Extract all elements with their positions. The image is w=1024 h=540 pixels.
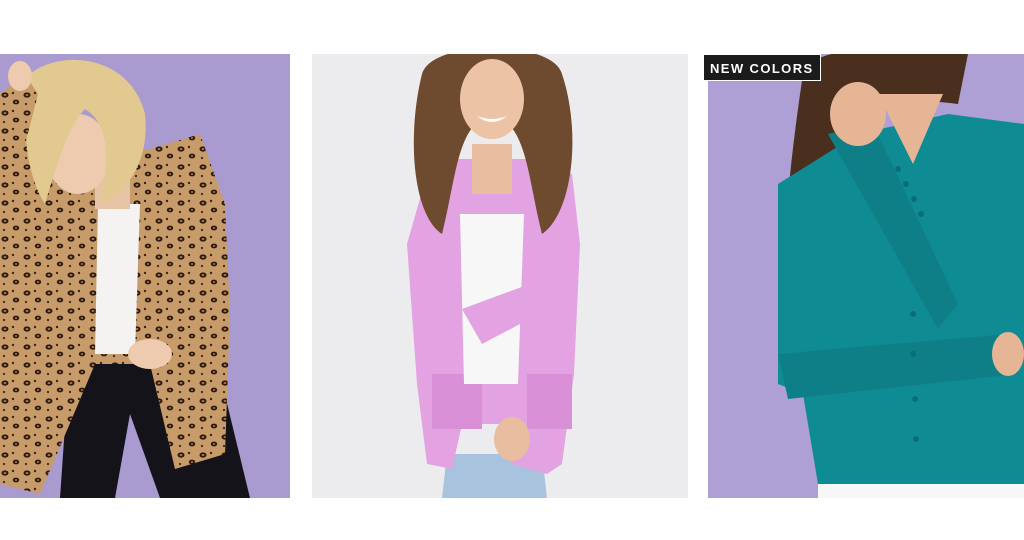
product-card-leopard-cardigan[interactable] [0,54,290,498]
product-grid: NEW COLORS [0,0,1024,540]
product-card-pink-cardigan[interactable] [312,54,688,498]
product-image-pink-cardigan[interactable] [312,54,688,498]
new-colors-badge: NEW COLORS [703,54,821,81]
product-card-teal-cardigan[interactable] [708,54,1024,498]
product-image-leopard-cardigan[interactable] [0,54,290,498]
product-image-teal-cardigan[interactable] [708,54,1024,498]
